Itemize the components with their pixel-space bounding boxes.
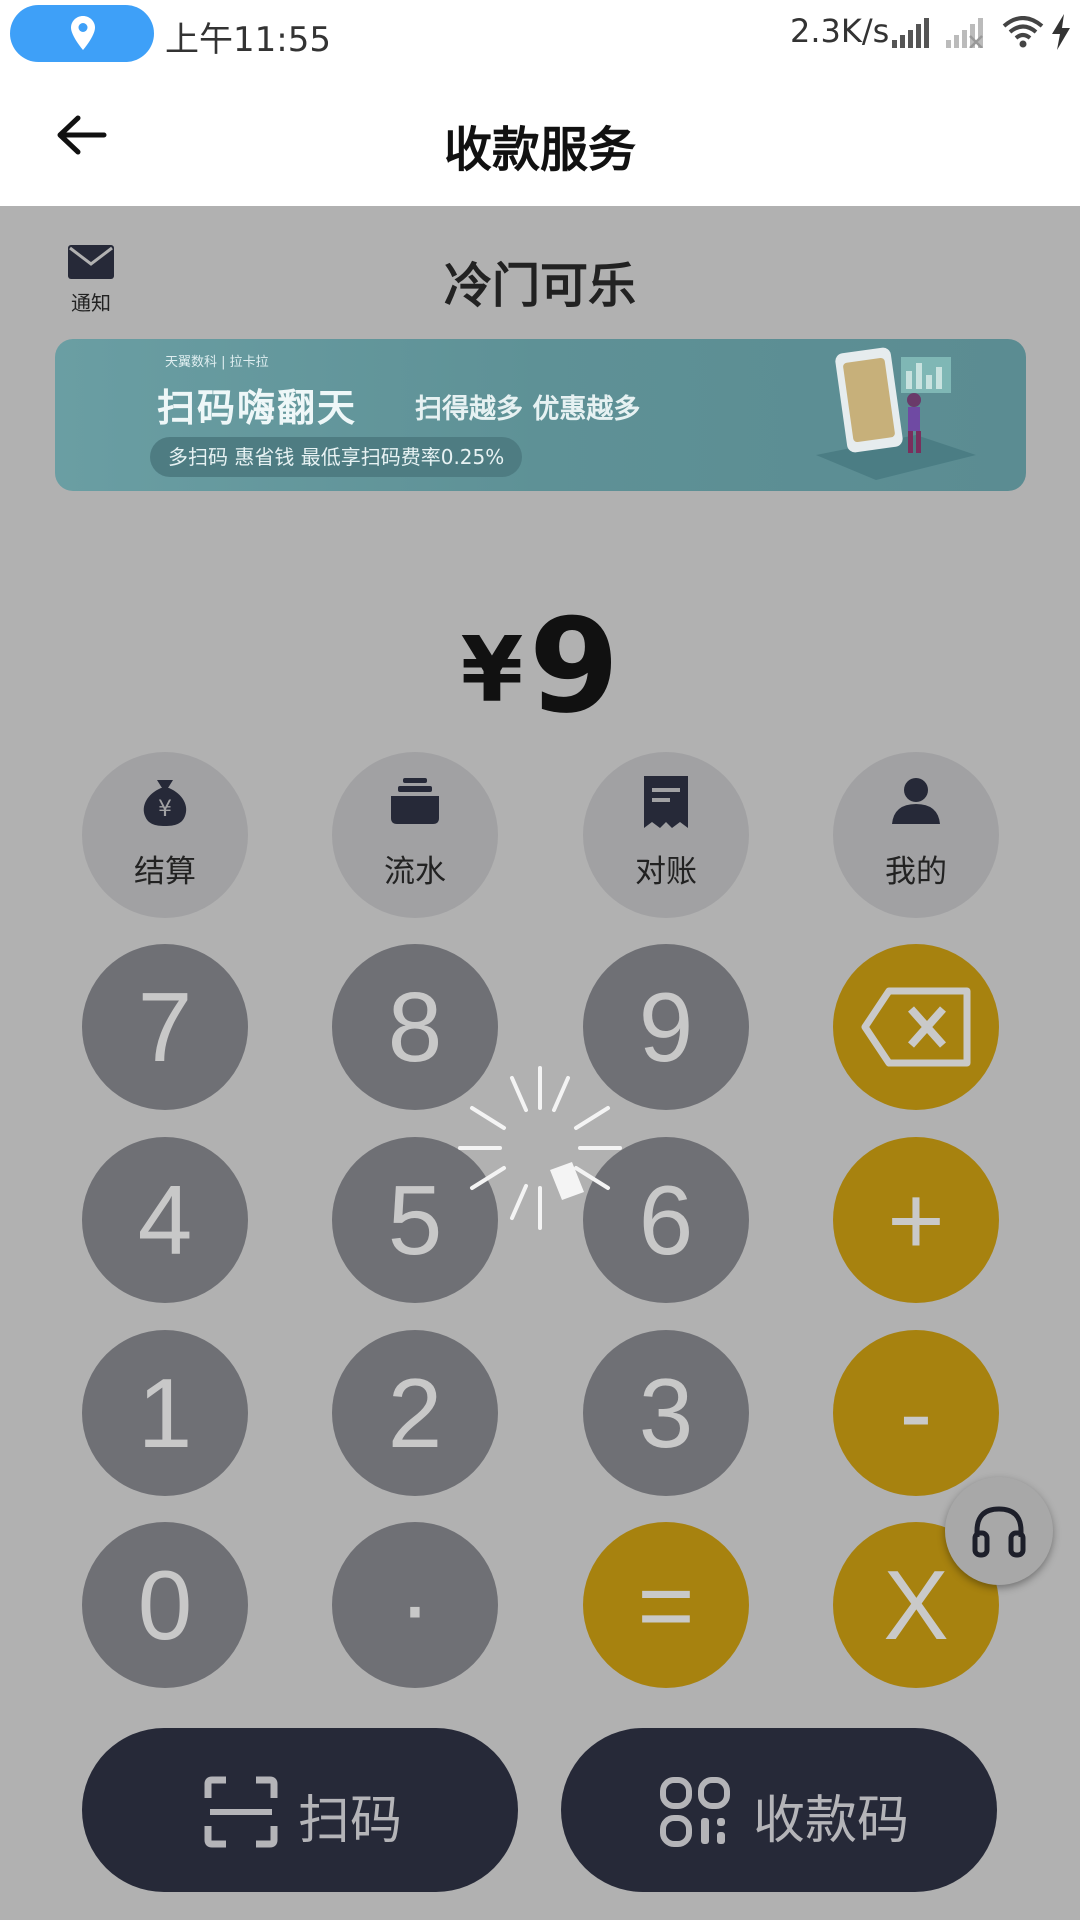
currency-symbol: ¥ bbox=[460, 618, 524, 723]
amount-value: 9 bbox=[528, 590, 620, 742]
customer-support-button[interactable] bbox=[945, 1477, 1053, 1585]
wifi-icon bbox=[1002, 16, 1044, 48]
mine-button[interactable]: 我的 bbox=[833, 752, 999, 918]
receipt-icon bbox=[644, 776, 688, 828]
status-bar: 上午11:55 2.3K/s bbox=[0, 0, 1080, 66]
banner-pill: 多扫码 惠省钱 最低享扫码费率0.25% bbox=[150, 437, 523, 477]
charging-icon bbox=[1052, 14, 1070, 50]
key-4[interactable]: 4 bbox=[82, 1137, 248, 1303]
scan-label: 扫码 bbox=[298, 1791, 403, 1851]
location-pill[interactable] bbox=[10, 5, 154, 62]
banner-illustration bbox=[816, 347, 976, 480]
key-1[interactable]: 1 bbox=[82, 1330, 248, 1496]
qr-code-icon bbox=[660, 1777, 730, 1847]
key-3[interactable]: 3 bbox=[583, 1330, 749, 1496]
key-dot[interactable]: · bbox=[332, 1522, 498, 1688]
qr-code-label: 收款码 bbox=[753, 1791, 910, 1851]
location-icon bbox=[71, 16, 95, 50]
scan-icon bbox=[204, 1776, 278, 1848]
status-time: 上午11:55 bbox=[165, 20, 331, 60]
banner-brand: 天翼数科 | 拉卡拉 bbox=[165, 355, 269, 370]
shop-name: 冷门可乐 bbox=[443, 258, 636, 314]
scan-button[interactable]: 扫码 bbox=[82, 1728, 518, 1892]
loading-spinner-icon bbox=[458, 1066, 622, 1230]
mine-label: 我的 bbox=[885, 854, 947, 890]
key-0[interactable]: 0 bbox=[82, 1522, 248, 1688]
backspace-icon bbox=[861, 987, 971, 1067]
backspace-key[interactable] bbox=[833, 944, 999, 1110]
settle-label: 结算 bbox=[134, 854, 196, 890]
plus-key[interactable]: + bbox=[833, 1137, 999, 1303]
money-bag-icon: ¥ bbox=[143, 780, 187, 826]
promo-banner[interactable]: 天翼数科 | 拉卡拉 扫码嗨翻天 扫得越多 优惠越多 多扫码 惠省钱 最低享扫码… bbox=[55, 339, 1026, 491]
ledger-label: 流水 bbox=[384, 854, 446, 890]
signal-off-icon bbox=[946, 18, 983, 48]
reconcile-label: 对账 bbox=[635, 854, 697, 890]
ledger-button[interactable]: 流水 bbox=[332, 752, 498, 918]
banner-title: 扫码嗨翻天 bbox=[157, 386, 358, 430]
settle-button[interactable]: ¥ 结算 bbox=[82, 752, 248, 918]
banner-subtitle: 扫得越多 优惠越多 bbox=[415, 394, 641, 425]
signal-icon bbox=[892, 18, 929, 48]
page-title: 收款服务 bbox=[443, 122, 636, 178]
headset-icon bbox=[972, 1506, 1026, 1558]
person-icon bbox=[892, 778, 940, 824]
network-speed: 2.3K/s bbox=[790, 12, 890, 50]
amount-display: ¥ 9 bbox=[0, 590, 1080, 742]
svg-text:¥: ¥ bbox=[158, 797, 172, 822]
key-2[interactable]: 2 bbox=[332, 1330, 498, 1496]
minus-key[interactable]: - bbox=[833, 1330, 999, 1496]
reconcile-button[interactable]: 对账 bbox=[583, 752, 749, 918]
stack-icon bbox=[391, 778, 439, 824]
app-header: 收款服务 bbox=[0, 66, 1080, 206]
qr-code-button[interactable]: 收款码 bbox=[561, 1728, 997, 1892]
key-7[interactable]: 7 bbox=[82, 944, 248, 1110]
equals-key[interactable]: = bbox=[583, 1522, 749, 1688]
